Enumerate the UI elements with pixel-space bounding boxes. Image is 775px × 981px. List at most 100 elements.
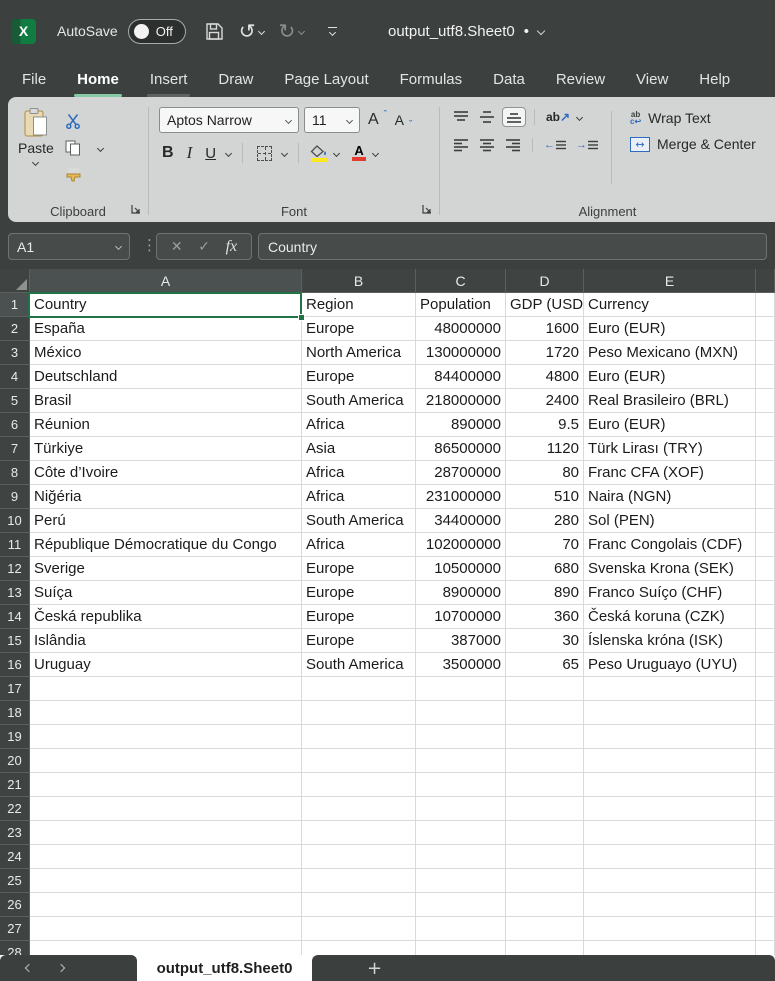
tab-help[interactable]: Help: [699, 71, 730, 88]
font-size-dropdown-icon[interactable]: [346, 116, 353, 123]
customize-quick-access-button[interactable]: [328, 27, 337, 35]
cell-C19[interactable]: [416, 725, 506, 749]
align-right-button[interactable]: [502, 136, 524, 154]
cell-E2[interactable]: Euro (EUR): [584, 317, 756, 341]
cell-E16[interactable]: Peso Uruguayo (UYU): [584, 653, 756, 677]
fill-color-button[interactable]: [310, 145, 327, 162]
cell-D3[interactable]: 1720: [506, 341, 584, 365]
cell-F12[interactable]: [756, 557, 775, 581]
cell-B16[interactable]: South America: [302, 653, 416, 677]
cell-D16[interactable]: 65: [506, 653, 584, 677]
row-header-12[interactable]: 12: [0, 557, 30, 581]
cell-F1[interactable]: [756, 293, 775, 317]
cell-B2[interactable]: Europe: [302, 317, 416, 341]
cell-D10[interactable]: 280: [506, 509, 584, 533]
tab-page-layout[interactable]: Page Layout: [284, 71, 368, 88]
cell-C3[interactable]: 130000000: [416, 341, 506, 365]
increase-font-size-button[interactable]: Aˆ: [365, 109, 387, 131]
save-button[interactable]: [205, 22, 224, 41]
row-header-21[interactable]: 21: [0, 773, 30, 797]
cell-C25[interactable]: [416, 869, 506, 893]
font-name-dropdown-icon[interactable]: [285, 116, 292, 123]
cell-A28[interactable]: [30, 941, 302, 955]
cell-B28[interactable]: [302, 941, 416, 955]
cell-C10[interactable]: 34400000: [416, 509, 506, 533]
tab-formulas[interactable]: Formulas: [400, 71, 463, 88]
cell-C12[interactable]: 10500000: [416, 557, 506, 581]
row-header-6[interactable]: 6: [0, 413, 30, 437]
cell-A4[interactable]: Deutschland: [30, 365, 302, 389]
cell-D13[interactable]: 890: [506, 581, 584, 605]
bottom-align-button[interactable]: [502, 107, 526, 127]
cell-A27[interactable]: [30, 917, 302, 941]
undo-button[interactable]: ↺: [239, 21, 265, 41]
cancel-icon[interactable]: ✕: [171, 239, 183, 255]
cell-A9[interactable]: Niğéria: [30, 485, 302, 509]
cell-B20[interactable]: [302, 749, 416, 773]
cell-E26[interactable]: [584, 893, 756, 917]
font-dialog-launcher-icon[interactable]: [422, 201, 432, 219]
redo-button[interactable]: ↻: [278, 21, 304, 41]
cell-B17[interactable]: [302, 677, 416, 701]
cell-E19[interactable]: [584, 725, 756, 749]
cell-F26[interactable]: [756, 893, 775, 917]
insert-function-icon[interactable]: fx: [226, 238, 238, 256]
row-header-4[interactable]: 4: [0, 365, 30, 389]
tab-insert[interactable]: Insert: [150, 71, 188, 88]
row-header-17[interactable]: 17: [0, 677, 30, 701]
row-header-23[interactable]: 23: [0, 821, 30, 845]
align-left-button[interactable]: [450, 136, 472, 154]
row-header-14[interactable]: 14: [0, 605, 30, 629]
italic-button[interactable]: I: [184, 141, 196, 165]
previous-sheet-icon[interactable]: [25, 964, 33, 972]
document-title[interactable]: output_utf8.Sheet0: [388, 23, 515, 40]
cell-E1[interactable]: Currency: [584, 293, 756, 317]
tab-review[interactable]: Review: [556, 71, 605, 88]
cell-B8[interactable]: Africa: [302, 461, 416, 485]
cell-F5[interactable]: [756, 389, 775, 413]
cell-F17[interactable]: [756, 677, 775, 701]
merge-center-button[interactable]: ↔ Merge & Center: [630, 136, 756, 152]
row-header-11[interactable]: 11: [0, 533, 30, 557]
row-header-24[interactable]: 24: [0, 845, 30, 869]
cell-A6[interactable]: Réunion: [30, 413, 302, 437]
cell-C24[interactable]: [416, 845, 506, 869]
cell-D21[interactable]: [506, 773, 584, 797]
cell-C5[interactable]: 218000000: [416, 389, 506, 413]
cell-B5[interactable]: South America: [302, 389, 416, 413]
cell-F28[interactable]: [756, 941, 775, 955]
cell-E13[interactable]: Franco Suíço (CHF): [584, 581, 756, 605]
row-header-27[interactable]: 27: [0, 917, 30, 941]
cell-D22[interactable]: [506, 797, 584, 821]
cell-B3[interactable]: North America: [302, 341, 416, 365]
cell-C26[interactable]: [416, 893, 506, 917]
select-all-button[interactable]: [0, 269, 30, 293]
cell-C23[interactable]: [416, 821, 506, 845]
column-header-E[interactable]: E: [584, 269, 756, 293]
cell-B9[interactable]: Africa: [302, 485, 416, 509]
cell-C6[interactable]: 890000: [416, 413, 506, 437]
bold-button[interactable]: B: [159, 142, 177, 164]
cell-A17[interactable]: [30, 677, 302, 701]
cell-F2[interactable]: [756, 317, 775, 341]
cell-A21[interactable]: [30, 773, 302, 797]
tab-data[interactable]: Data: [493, 71, 525, 88]
cell-F23[interactable]: [756, 821, 775, 845]
fill-color-dropdown-icon[interactable]: [333, 149, 340, 156]
cell-C16[interactable]: 3500000: [416, 653, 506, 677]
cell-A25[interactable]: [30, 869, 302, 893]
column-header-B[interactable]: B: [302, 269, 416, 293]
name-box-dropdown-icon[interactable]: [115, 243, 122, 250]
cell-B25[interactable]: [302, 869, 416, 893]
cell-D17[interactable]: [506, 677, 584, 701]
cell-C28[interactable]: [416, 941, 506, 955]
cell-E8[interactable]: Franc CFA (XOF): [584, 461, 756, 485]
cell-D15[interactable]: 30: [506, 629, 584, 653]
cell-E6[interactable]: Euro (EUR): [584, 413, 756, 437]
paste-dropdown-icon[interactable]: [32, 159, 39, 166]
column-header-C[interactable]: C: [416, 269, 506, 293]
clipboard-dialog-launcher-icon[interactable]: [131, 201, 141, 219]
cell-A7[interactable]: Türkiye: [30, 437, 302, 461]
row-header-26[interactable]: 26: [0, 893, 30, 917]
font-color-dropdown-icon[interactable]: [372, 149, 379, 156]
